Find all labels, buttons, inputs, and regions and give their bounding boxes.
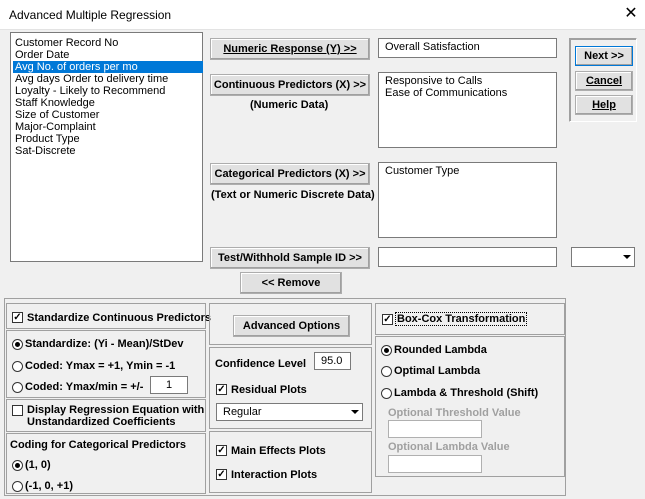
standardize-checkbox-label: Standardize Continuous Predictors bbox=[27, 312, 211, 324]
close-icon[interactable]: ✕ bbox=[620, 3, 642, 25]
chevron-down-icon[interactable] bbox=[348, 404, 362, 420]
coded-1-option-label: Coded: Ymax = +1, Ymin = -1 bbox=[25, 360, 176, 372]
help-button-label: Help bbox=[592, 99, 616, 111]
list-item[interactable]: Customer Record No bbox=[15, 37, 118, 49]
next-button[interactable]: Next >> bbox=[575, 46, 633, 66]
cancel-button[interactable]: Cancel bbox=[575, 71, 633, 91]
categorical-predictors-button-label: Categorical Predictors (X) >> bbox=[214, 168, 366, 180]
categorical-predictors-button[interactable]: Categorical Predictors (X) >> bbox=[210, 163, 370, 185]
interaction-plots-label: Interaction Plots bbox=[231, 469, 318, 481]
lambda-value-field[interactable] bbox=[388, 455, 482, 473]
remove-button-label: << Remove bbox=[261, 277, 321, 289]
main-effects-plots-label: Main Effects Plots bbox=[231, 445, 326, 457]
window-title: Advanced Multiple Regression bbox=[9, 8, 172, 22]
list-item-selected[interactable]: Avg No. of orders per mo bbox=[13, 61, 203, 73]
advanced-options-button[interactable]: Advanced Options bbox=[233, 315, 350, 337]
list-item[interactable]: Sat-Discrete bbox=[15, 145, 76, 157]
list-item[interactable]: Staff Knowledge bbox=[15, 97, 95, 109]
standardize-option-label: Standardize: (Yi - Mean)/StDev bbox=[25, 338, 184, 350]
numeric-response-field[interactable]: Overall Satisfaction bbox=[378, 38, 557, 58]
lambda-threshold-radio[interactable] bbox=[381, 388, 392, 399]
coded-value: 1 bbox=[165, 379, 173, 391]
coded-1-radio[interactable] bbox=[12, 361, 23, 372]
coding-neg1-0-1-radio[interactable] bbox=[12, 481, 23, 492]
list-item[interactable]: Major-Complaint bbox=[15, 121, 96, 133]
numeric-response-value: Overall Satisfaction bbox=[385, 41, 480, 53]
rounded-lambda-radio[interactable] bbox=[381, 345, 392, 356]
boxcox-label: Box-Cox Transformation bbox=[395, 312, 528, 326]
confidence-level-label: Confidence Level bbox=[215, 358, 307, 370]
main-effects-plots-checkbox[interactable]: ✓ bbox=[216, 445, 227, 456]
interaction-plots-checkbox[interactable]: ✓ bbox=[216, 469, 227, 480]
chevron-down-icon[interactable] bbox=[620, 248, 634, 266]
categorical-predictor-item: Customer Type bbox=[385, 165, 460, 177]
continuous-predictors-button-label: Continuous Predictors (X) >> bbox=[213, 79, 367, 91]
standardize-checkbox[interactable]: ✓ bbox=[12, 312, 23, 323]
residual-plots-select-value: Regular bbox=[223, 406, 262, 418]
residual-plots-select[interactable]: Regular bbox=[216, 403, 363, 421]
help-button[interactable]: Help bbox=[575, 95, 633, 115]
advanced-options-button-label: Advanced Options bbox=[242, 320, 341, 332]
remove-button[interactable]: << Remove bbox=[240, 272, 342, 294]
coded-value-field[interactable]: 1 bbox=[150, 376, 188, 394]
optimal-lambda-radio[interactable] bbox=[381, 366, 392, 377]
rounded-lambda-label: Rounded Lambda bbox=[394, 344, 487, 356]
continuous-predictor-item: Ease of Communications bbox=[385, 87, 508, 99]
cancel-button-label: Cancel bbox=[585, 75, 623, 87]
boxcox-checkbox[interactable]: ✓ bbox=[382, 314, 393, 325]
confidence-level-field[interactable]: 95.0 bbox=[314, 352, 351, 370]
lambda-value-label: Optional Lambda Value bbox=[388, 441, 510, 453]
standardize-radio[interactable] bbox=[12, 339, 23, 350]
categorical-predictors-field[interactable]: Customer Type bbox=[378, 162, 557, 238]
coding-1-0-radio[interactable] bbox=[12, 460, 23, 471]
continuous-predictors-button[interactable]: Continuous Predictors (X) >> bbox=[210, 74, 370, 96]
residual-plots-checkbox[interactable]: ✓ bbox=[216, 384, 227, 395]
confidence-level-value: 95.0 bbox=[321, 355, 343, 367]
optimal-lambda-label: Optimal Lambda bbox=[394, 365, 481, 377]
list-item[interactable]: Size of Customer bbox=[15, 109, 99, 121]
threshold-value-label: Optional Threshold Value bbox=[388, 407, 521, 419]
next-button-label: Next >> bbox=[584, 50, 624, 62]
lambda-threshold-label: Lambda & Threshold (Shift) bbox=[394, 387, 539, 399]
display-equation-checkbox[interactable] bbox=[12, 405, 23, 416]
coded-custom-radio[interactable] bbox=[12, 382, 23, 393]
coding-1-0-label: (1, 0) bbox=[25, 459, 51, 471]
threshold-value-field[interactable] bbox=[388, 420, 482, 438]
coding-title: Coding for Categorical Predictors bbox=[10, 439, 187, 451]
effects-plots-panel bbox=[209, 431, 372, 493]
continuous-predictors-sublabel: (Numeric Data) bbox=[250, 99, 329, 111]
coded-custom-option-label: Coded: Ymax/min = +/- bbox=[25, 381, 144, 393]
variables-listbox[interactable]: Customer Record No Order Date Avg No. of… bbox=[10, 32, 203, 262]
display-equation-label-line2: Unstandardized Coefficients bbox=[27, 416, 176, 428]
test-withhold-value bbox=[385, 250, 550, 262]
numeric-response-button[interactable]: Numeric Response (Y) >> bbox=[210, 38, 370, 60]
list-item[interactable]: Loyalty - Likely to Recommend bbox=[15, 85, 165, 97]
numeric-response-button-label: Numeric Response (Y) >> bbox=[223, 43, 357, 55]
display-equation-label-line1: Display Regression Equation with bbox=[27, 404, 205, 416]
test-withhold-field[interactable] bbox=[378, 247, 557, 267]
coding-neg1-0-1-label: (-1, 0, +1) bbox=[25, 480, 73, 492]
list-item[interactable]: Avg days Order to delivery time bbox=[15, 73, 168, 85]
test-withhold-button[interactable]: Test/Withhold Sample ID >> bbox=[210, 247, 370, 269]
list-item[interactable]: Order Date bbox=[15, 49, 69, 61]
residual-plots-label: Residual Plots bbox=[231, 384, 307, 396]
categorical-predictors-sublabel: (Text or Numeric Discrete Data) bbox=[211, 189, 375, 201]
test-withhold-combo[interactable] bbox=[571, 247, 635, 267]
continuous-predictors-field[interactable]: Responsive to Calls Ease of Communicatio… bbox=[378, 72, 557, 148]
list-item[interactable]: Product Type bbox=[15, 133, 80, 145]
continuous-predictor-item: Responsive to Calls bbox=[385, 75, 483, 87]
test-withhold-button-label: Test/Withhold Sample ID >> bbox=[218, 252, 362, 264]
